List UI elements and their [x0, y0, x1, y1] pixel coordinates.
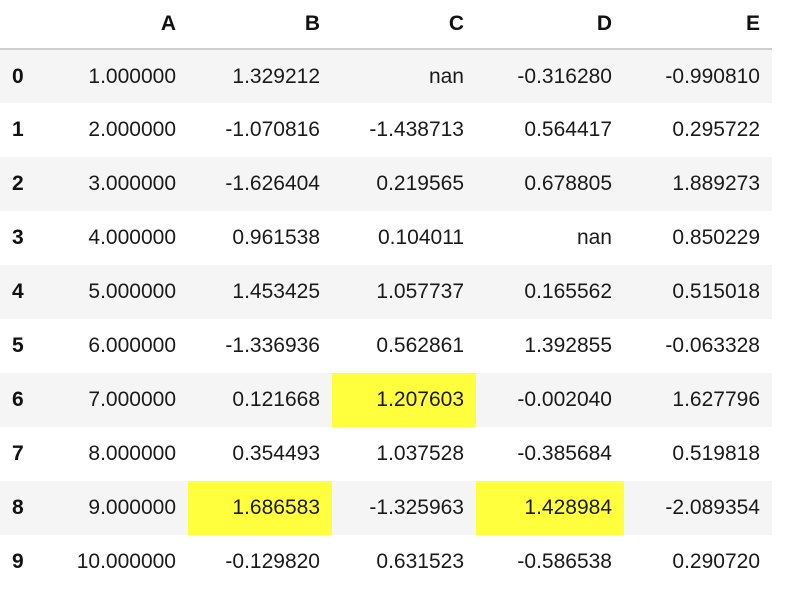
table-cell: nan	[428, 64, 464, 88]
table-cell: -1.070816	[225, 118, 320, 141]
highlighted-cell: 1.428984	[476, 481, 624, 535]
column-header: D	[476, 0, 624, 50]
row-index: 4	[12, 280, 24, 303]
table-cell: nan	[576, 226, 612, 249]
table-cell: 1.037528	[376, 442, 464, 465]
row-index: 7	[12, 442, 24, 465]
table-cell: 0.354493	[232, 442, 320, 465]
table-cell: 7.000000	[88, 388, 176, 411]
dataframe-table: A B C D E 0 1.000000 1.329212 nan -0.316280 -…	[0, 0, 772, 589]
row-index: 8	[12, 496, 24, 519]
table-cell: -1.626404	[225, 172, 320, 195]
table-cell: -0.129820	[225, 550, 320, 573]
row-index: 6	[12, 388, 24, 411]
dataframe-view: A B C D E 0 1.000000 1.329212 nan -0.316280 -…	[0, 0, 786, 600]
table-cell: 1.453425	[232, 280, 320, 303]
table-cell: -0.586538	[517, 550, 612, 573]
table-cell: 4.000000	[88, 226, 176, 249]
column-header: C	[332, 0, 476, 50]
column-header: A	[44, 0, 188, 50]
table-cell: -0.316280	[517, 64, 612, 88]
table-cell: 10.000000	[76, 550, 176, 573]
table-row: 1 2.000000 -1.070816 -1.438713 0.564417 0.295…	[0, 103, 772, 157]
table-cell: 0.850229	[672, 226, 760, 249]
table-row: 5 6.000000 -1.336936 0.562861 1.392855 -0.063…	[0, 319, 772, 373]
table-cell: 0.290720	[672, 550, 760, 573]
row-index: 9	[12, 550, 24, 573]
table-cell: 0.562861	[376, 334, 464, 357]
table-row: 9 10.000000 -0.129820 0.631523 -0.586538 0.29…	[0, 535, 772, 589]
table-cell: 1.627796	[672, 388, 760, 411]
table-cell: 0.165562	[524, 280, 612, 303]
table-cell: 1.057737	[376, 280, 464, 303]
table-cell: -1.336936	[225, 334, 320, 357]
table-header: A B C D E	[0, 0, 772, 50]
table-cell: -0.385684	[517, 442, 612, 465]
table-cell: 9.000000	[88, 496, 176, 519]
table-cell: 2.000000	[88, 118, 176, 141]
table-cell: 0.515018	[672, 280, 760, 303]
table-row: 7 8.000000 0.354493 1.037528 -0.385684 0.5198…	[0, 427, 772, 481]
table-cell: 0.564417	[524, 118, 612, 141]
table-cell: 0.104011	[377, 226, 464, 249]
table-row: 8 9.000000 1.686583 -1.325963 1.428984 -2.089…	[0, 481, 772, 535]
row-index: 5	[12, 334, 24, 357]
table-cell: 6.000000	[88, 334, 176, 357]
table-cell: -0.002040	[517, 388, 612, 411]
table-cell: 5.000000	[88, 280, 176, 303]
table-cell: 1.329212	[232, 64, 320, 88]
column-header: B	[188, 0, 332, 50]
row-index: 3	[12, 226, 24, 249]
table-cell: 8.000000	[88, 442, 176, 465]
table-cell: 0.678805	[524, 172, 612, 195]
highlighted-cell: 1.207603	[332, 373, 476, 427]
highlighted-cell: 1.686583	[188, 481, 332, 535]
column-header: E	[624, 0, 772, 50]
table-cell: 0.961538	[232, 226, 320, 249]
row-index: 2	[12, 172, 24, 195]
table-cell: 0.295722	[672, 118, 760, 141]
table-cell: -0.063328	[665, 334, 760, 357]
row-index: 0	[12, 64, 24, 88]
table-cell: 1.889273	[672, 172, 760, 195]
table-row: 2 3.000000 -1.626404 0.219565 0.678805 1.8892…	[0, 157, 772, 211]
table-cell: -2.089354	[665, 496, 760, 519]
table-row: 6 7.000000 0.121668 1.207603 -0.002040 1.6277…	[0, 373, 772, 427]
table-row: 3 4.000000 0.961538 0.104011 nan 0.850229	[0, 211, 772, 265]
table-body: 0 1.000000 1.329212 nan -0.316280 -0.990810 1 2…	[0, 49, 772, 589]
index-header-corner	[0, 0, 44, 50]
table-cell: 1.392855	[524, 334, 612, 357]
table-cell: 0.121668	[232, 388, 320, 411]
table-cell: -1.438713	[369, 118, 464, 141]
table-cell: 0.519818	[672, 442, 760, 465]
header-row: A B C D E	[0, 0, 772, 50]
table-cell: 0.631523	[376, 550, 464, 573]
table-cell: -1.325963	[369, 496, 464, 519]
table-cell: -0.990810	[665, 64, 760, 88]
table-cell: 0.219565	[376, 172, 464, 195]
table-row: 0 1.000000 1.329212 nan -0.316280 -0.990810	[0, 49, 772, 103]
table-cell: 1.000000	[88, 64, 176, 88]
table-row: 4 5.000000 1.453425 1.057737 0.165562 0.51501…	[0, 265, 772, 319]
row-index: 1	[12, 118, 24, 141]
table-cell: 3.000000	[88, 172, 176, 195]
